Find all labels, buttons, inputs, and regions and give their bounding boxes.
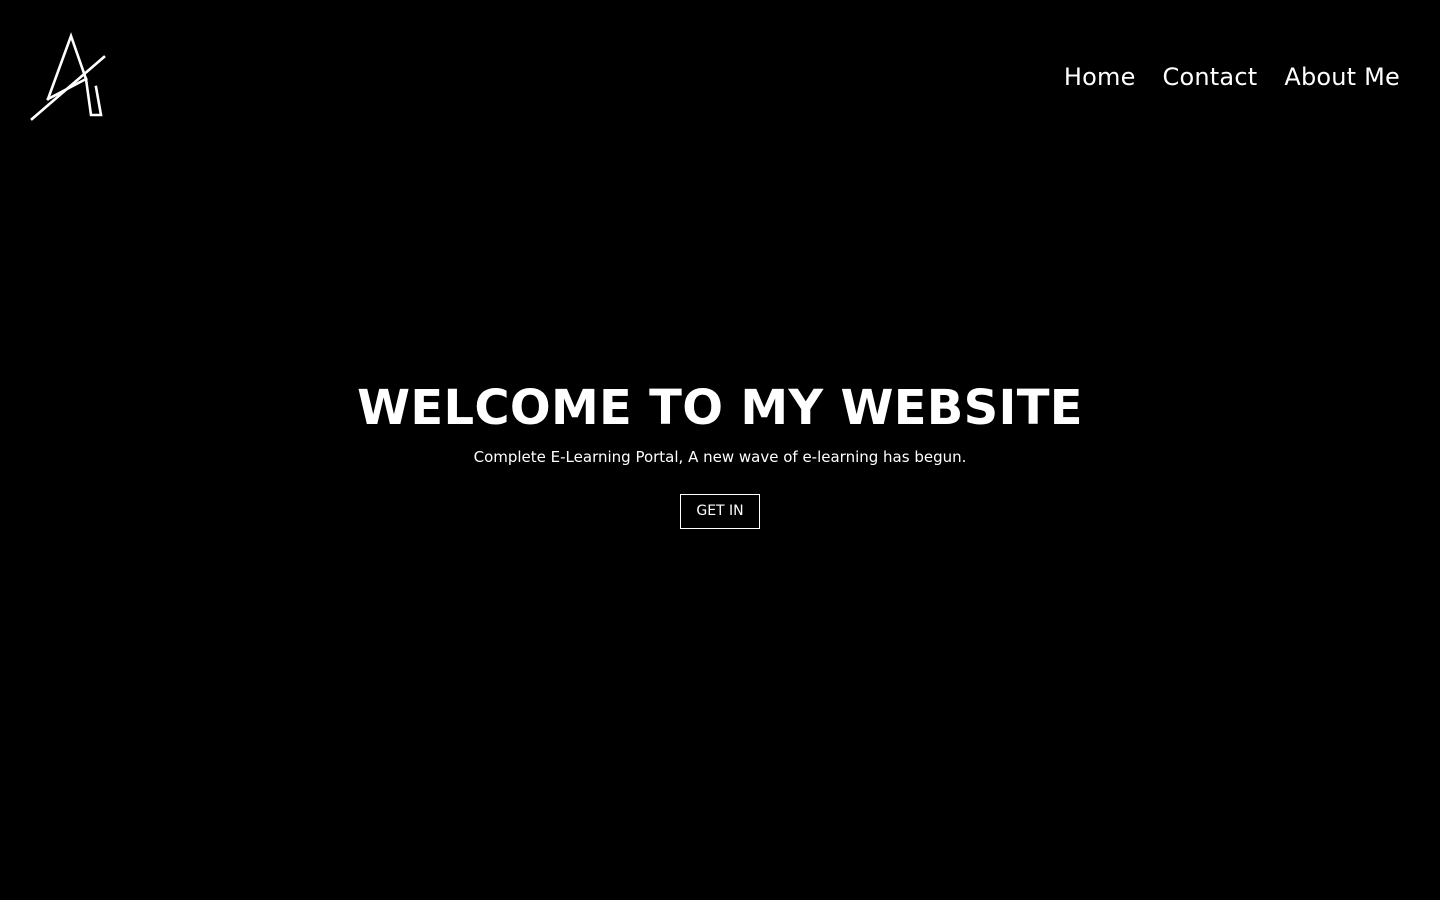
main-nav: Home Contact About Me — [1064, 58, 1400, 96]
hero-title: WELCOME TO MY WEBSITE — [357, 380, 1083, 436]
stylized-a-logo-icon — [30, 32, 106, 121]
nav-link-contact[interactable]: Contact — [1163, 58, 1258, 96]
landing-page: Home Contact About Me WELCOME TO MY WEBS… — [0, 0, 1440, 900]
hero-subtitle: Complete E-Learning Portal, A new wave o… — [473, 448, 967, 466]
site-logo[interactable] — [28, 30, 110, 125]
get-in-button[interactable]: GET IN — [680, 494, 760, 529]
hero-section: WELCOME TO MY WEBSITE Complete E-Learnin… — [0, 375, 1440, 529]
nav-link-about-me[interactable]: About Me — [1284, 58, 1400, 96]
nav-link-home[interactable]: Home — [1064, 58, 1136, 96]
site-header: Home Contact About Me — [0, 0, 1440, 150]
